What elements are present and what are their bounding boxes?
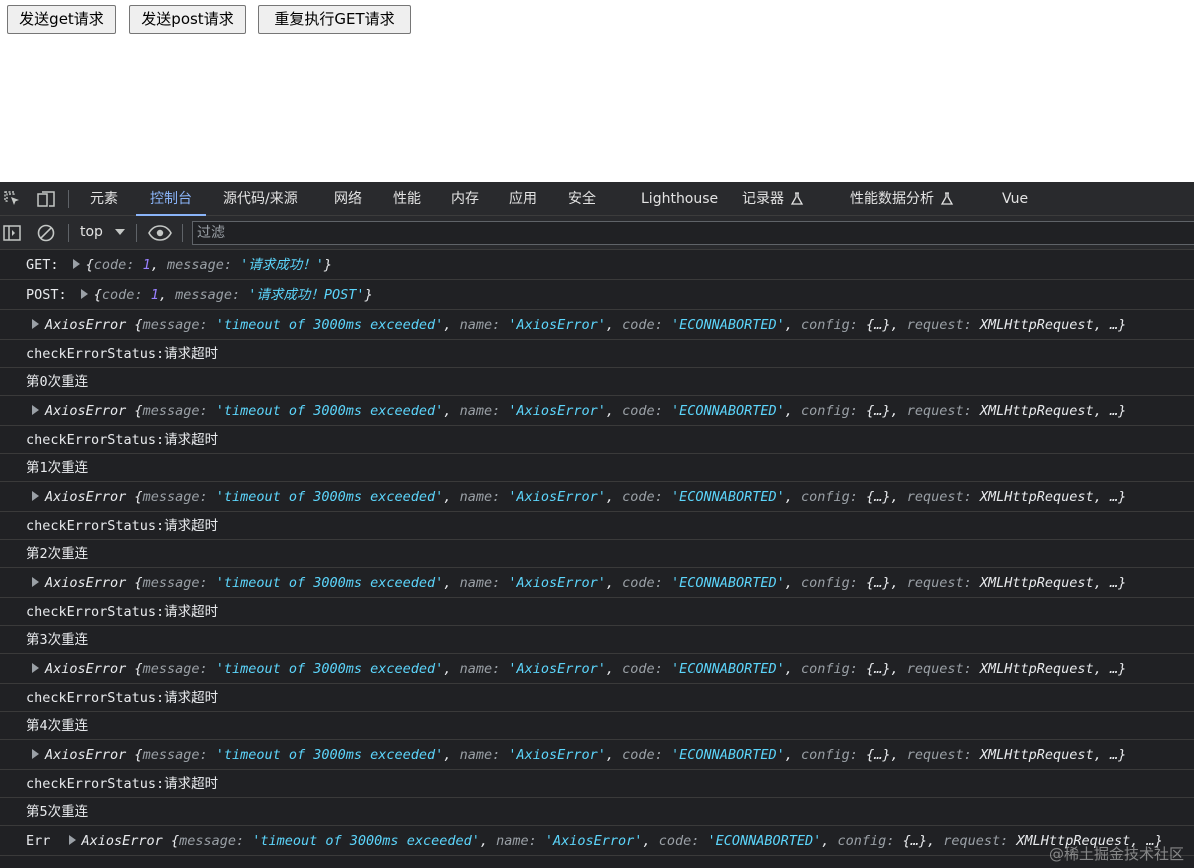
inspect-element-icon[interactable] [2,189,22,209]
console-message-retry: 第0次重连 [0,368,1194,396]
device-toggle-icon[interactable] [36,189,56,209]
context-selector-value: top [80,224,103,240]
console-message-retry: 第5次重连 [0,798,1194,826]
console-message-post: POST: {code: 1, message: '请求成功！POST'} [0,280,1194,310]
tab-console[interactable]: 控制台 [136,182,206,216]
toolbar-divider [136,224,137,242]
console-message-axios-error: AxiosError {message: 'timeout of 3000ms … [0,654,1194,684]
tab-application[interactable]: 应用 [509,182,537,215]
expand-triangle-icon[interactable] [80,289,88,299]
devtools-panel: 元素 控制台 源代码/来源 网络 性能 内存 应用 安全 Lighthouse … [0,182,1194,868]
tab-recorder-label: 记录器 [742,191,784,207]
log-prefix: Err [26,833,51,849]
console-message-axios-error: AxiosError {message: 'timeout of 3000ms … [0,568,1194,598]
expand-triangle-icon[interactable] [72,259,80,269]
console-message-retry: 第2次重连 [0,540,1194,568]
console-message-axios-error: AxiosError {message: 'timeout of 3000ms … [0,396,1194,426]
log-prefix: GET: [26,257,59,273]
sidebar-toggle-icon[interactable] [2,223,22,243]
console-message-retry: 第1次重连 [0,454,1194,482]
expand-triangle-icon[interactable] [32,405,39,415]
send-post-button[interactable]: 发送post请求 [129,5,246,34]
devtools-tabbar: 元素 控制台 源代码/来源 网络 性能 内存 应用 安全 Lighthouse … [0,182,1194,216]
chevron-down-icon [115,229,125,235]
context-selector[interactable]: top [80,216,125,249]
console-message-status: checkErrorStatus:请求超时 [0,512,1194,540]
expand-triangle-icon[interactable] [32,319,39,329]
tab-performance[interactable]: 性能 [393,182,421,215]
console-message-axios-error: AxiosError {message: 'timeout of 3000ms … [0,740,1194,770]
tab-recorder[interactable]: 记录器 [742,182,804,215]
console-message-status: checkErrorStatus:请求超时 [0,426,1194,454]
expand-triangle-icon[interactable] [32,749,39,759]
console-message-axios-error: AxiosError {message: 'timeout of 3000ms … [0,310,1194,340]
console-message-retry: 第4次重连 [0,712,1194,740]
tab-performance-insights[interactable]: 性能数据分析 [850,182,954,215]
console-filter-input[interactable] [192,221,1194,245]
tab-memory[interactable]: 内存 [451,182,479,215]
tab-elements[interactable]: 元素 [90,182,118,215]
expand-triangle-icon[interactable] [68,835,76,845]
console-message-status: checkErrorStatus:请求超时 [0,598,1194,626]
tab-sources[interactable]: 源代码/来源 [223,182,298,215]
toolbar-divider [68,224,69,242]
console-message-status: checkErrorStatus:请求超时 [0,340,1194,368]
page-content: 发送get请求 发送post请求 重复执行GET请求 [0,0,1194,182]
console-message-status: checkErrorStatus:请求超时 [0,684,1194,712]
tab-vue[interactable]: Vue [1002,182,1028,215]
send-get-button[interactable]: 发送get请求 [7,5,116,34]
live-expression-eye-icon[interactable] [148,223,172,243]
experiment-flask-icon [790,192,804,205]
console-message-final-error: Err AxiosError {message: 'timeout of 300… [0,826,1194,856]
tab-network[interactable]: 网络 [334,182,362,215]
expand-triangle-icon[interactable] [32,577,39,587]
tab-lighthouse[interactable]: Lighthouse [641,182,718,215]
expand-triangle-icon[interactable] [32,491,39,501]
console-message-get: GET: {code: 1, message: '请求成功！'} [0,250,1194,280]
experiment-flask-icon [940,192,954,205]
console-message-axios-error: AxiosError {message: 'timeout of 3000ms … [0,482,1194,512]
toolbar-divider [182,224,183,242]
log-prefix: POST: [26,287,67,303]
tab-performance-insights-label: 性能数据分析 [850,191,934,207]
console-message-status: checkErrorStatus:请求超时 [0,770,1194,798]
clear-console-icon[interactable] [36,223,56,243]
console-messages: GET: {code: 1, message: '请求成功！'} POST: {… [0,250,1194,868]
retry-log-area: AxiosError {message: 'timeout of 3000ms … [0,310,1194,826]
tab-security[interactable]: 安全 [568,182,596,215]
console-toolbar: top [0,216,1194,250]
repeat-get-button[interactable]: 重复执行GET请求 [258,5,411,34]
expand-triangle-icon[interactable] [32,663,39,673]
console-message-retry: 第3次重连 [0,626,1194,654]
watermark: @稀土掘金技术社区 [1048,845,1184,863]
tabbar-divider [68,190,69,208]
